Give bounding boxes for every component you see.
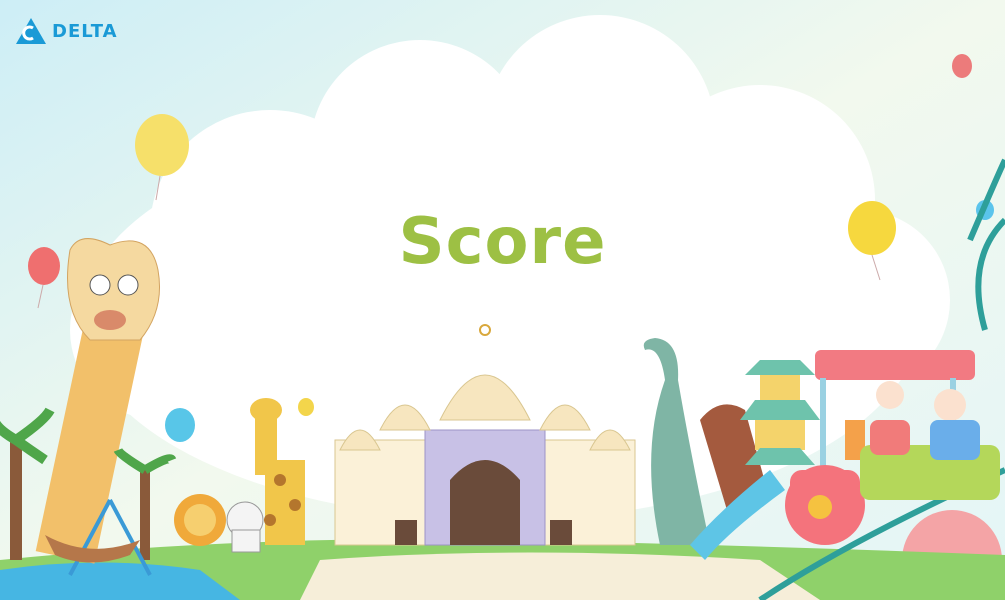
balloon-yellow-small bbox=[298, 398, 314, 416]
balloon-blue bbox=[165, 408, 195, 442]
balloon-red-right bbox=[952, 54, 972, 78]
white-tiger bbox=[226, 501, 264, 553]
amusement-park-background bbox=[0, 0, 1005, 600]
path bbox=[300, 552, 820, 600]
delta-logo: DELTA bbox=[14, 16, 118, 46]
page-title: Score bbox=[398, 205, 607, 279]
brand-name: DELTA bbox=[52, 20, 118, 42]
delta-triangle-logo-icon bbox=[16, 18, 46, 44]
lion bbox=[174, 494, 226, 546]
